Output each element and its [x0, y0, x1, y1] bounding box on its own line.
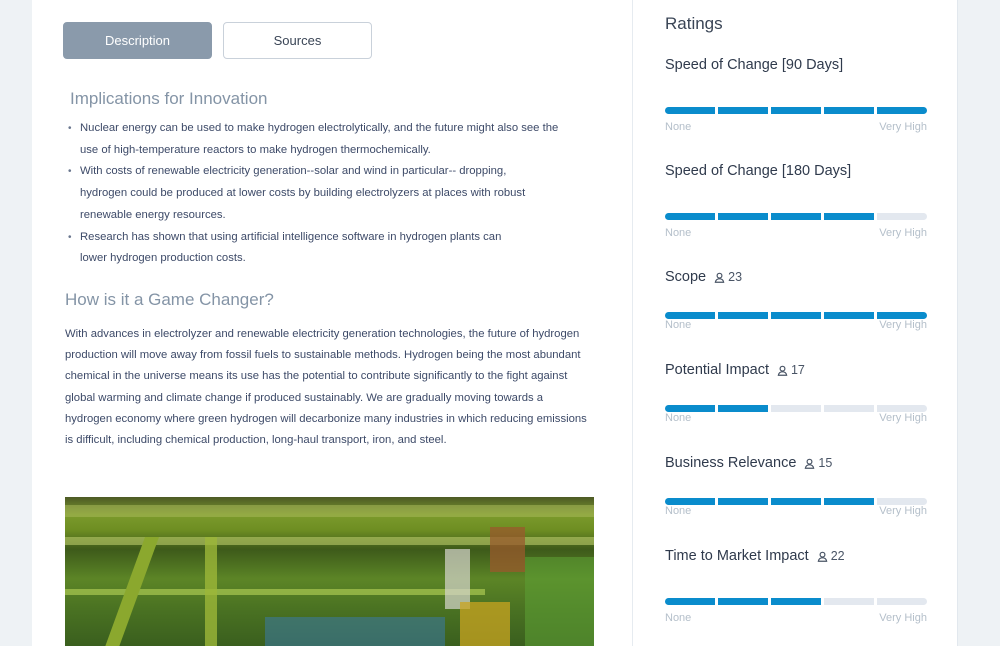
- rating-segment: [771, 498, 821, 505]
- rating-segment: [877, 405, 927, 412]
- rating-bar: [665, 498, 927, 505]
- rating-label: Potential Impact 17: [665, 362, 927, 378]
- rating-label: Speed of Change [180 Days]: [665, 163, 927, 179]
- game-changer-body: With advances in electrolyzer and renewa…: [65, 328, 587, 447]
- scale-max-label: Very High: [879, 612, 927, 624]
- rating-segment: [877, 598, 927, 605]
- rating-segment: [771, 213, 821, 220]
- rating-segment: [665, 405, 715, 412]
- rating-segment: [771, 107, 821, 114]
- scale-min-label: None: [665, 227, 692, 239]
- rater-count-value: 17: [790, 363, 805, 377]
- content-card: Description Sources Implications for Inn…: [32, 0, 958, 646]
- rating-bar: [665, 405, 927, 412]
- implications-heading: Implications for Innovation: [70, 89, 268, 108]
- rating-segment: [824, 405, 874, 412]
- scale-max-label: Very High: [879, 319, 927, 331]
- rating-label: Time to Market Impact 22: [665, 548, 927, 564]
- rating-item: Scope 23 None Very High: [665, 269, 927, 331]
- scale-max-label: Very High: [879, 412, 927, 424]
- rating-segment: [718, 312, 768, 319]
- rating-segment: [665, 598, 715, 605]
- rating-bar: [665, 312, 927, 319]
- hydrogen-plant-image: [65, 497, 594, 646]
- rater-count: 22: [817, 549, 845, 563]
- rating-scale: None Very High: [665, 505, 927, 517]
- scale-max-label: Very High: [879, 227, 927, 239]
- rating-item: Time to Market Impact 22 None Very High: [665, 548, 927, 624]
- rating-item: Speed of Change [90 Days] None Very High: [665, 57, 927, 133]
- person-icon: [817, 551, 828, 562]
- rating-scale: None Very High: [665, 412, 927, 424]
- rating-segment: [877, 498, 927, 505]
- rating-title: Scope: [665, 269, 707, 285]
- description-panel: Description Sources Implications for Inn…: [32, 0, 632, 646]
- rater-count-value: 15: [818, 456, 833, 470]
- rating-title: Potential Impact: [665, 362, 769, 378]
- scale-min-label: None: [665, 319, 692, 331]
- rating-scale: None Very High: [665, 227, 927, 239]
- ratings-panel: Ratings Speed of Change [90 Days] None Ver…: [633, 0, 958, 646]
- scale-max-label: Very High: [879, 121, 927, 133]
- rating-segment: [718, 213, 768, 220]
- rater-count-value: 23: [728, 270, 743, 284]
- person-icon: [777, 365, 788, 376]
- rating-scale: None Very High: [665, 319, 927, 331]
- rating-segment: [665, 312, 715, 319]
- person-icon: [714, 272, 725, 283]
- rater-count-value: 22: [830, 549, 845, 563]
- rating-bar: [665, 213, 927, 220]
- rating-title: Speed of Change [90 Days]: [665, 57, 844, 73]
- rating-segment: [665, 107, 715, 114]
- rater-count: 15: [804, 456, 832, 470]
- rating-segment: [665, 213, 715, 220]
- rating-scale: None Very High: [665, 121, 927, 133]
- rating-title: Time to Market Impact: [665, 548, 809, 564]
- ratings-title: Ratings: [665, 14, 723, 33]
- implications-list: Nuclear energy can be used to make hydro…: [68, 118, 588, 270]
- rating-segment: [718, 405, 768, 412]
- rating-title: Business Relevance: [665, 455, 797, 471]
- tab-description[interactable]: Description: [63, 22, 212, 59]
- rating-item: Potential Impact 17 None Very High: [665, 362, 927, 424]
- scale-max-label: Very High: [879, 505, 927, 517]
- rating-segment: [824, 598, 874, 605]
- scale-min-label: None: [665, 612, 692, 624]
- person-icon: [804, 458, 815, 469]
- rater-count: 23: [714, 270, 742, 284]
- rating-segment: [877, 213, 927, 220]
- rating-label: Speed of Change [90 Days]: [665, 57, 927, 73]
- rating-segment: [771, 598, 821, 605]
- rating-label: Business Relevance 15: [665, 455, 927, 471]
- tab-sources[interactable]: Sources: [223, 22, 372, 59]
- rating-segment: [771, 312, 821, 319]
- game-changer-heading: How is it a Game Changer?: [65, 290, 274, 309]
- rating-segment: [824, 312, 874, 319]
- list-item: With costs of renewable electricity gene…: [68, 161, 538, 226]
- rating-segment: [877, 312, 927, 319]
- rating-bar: [665, 107, 927, 114]
- rating-segment: [718, 598, 768, 605]
- list-item: Research has shown that using artificial…: [68, 227, 508, 270]
- rating-segment: [877, 107, 927, 114]
- rating-bar: [665, 598, 927, 605]
- rating-segment: [718, 498, 768, 505]
- rating-segment: [824, 498, 874, 505]
- rating-segment: [824, 213, 874, 220]
- rating-segment: [718, 107, 768, 114]
- scale-min-label: None: [665, 412, 692, 424]
- rating-segment: [824, 107, 874, 114]
- rating-scale: None Very High: [665, 612, 927, 624]
- list-item: Nuclear energy can be used to make hydro…: [68, 118, 568, 161]
- scale-min-label: None: [665, 121, 692, 133]
- rater-count: 17: [777, 363, 805, 377]
- rating-segment: [771, 405, 821, 412]
- rating-item: Business Relevance 15 None Very High: [665, 455, 927, 517]
- rating-segment: [665, 498, 715, 505]
- rating-label: Scope 23: [665, 269, 927, 285]
- scale-min-label: None: [665, 505, 692, 517]
- rating-item: Speed of Change [180 Days] None Very High: [665, 163, 927, 239]
- tab-bar: Description Sources: [63, 22, 372, 59]
- rating-title: Speed of Change [180 Days]: [665, 163, 852, 179]
